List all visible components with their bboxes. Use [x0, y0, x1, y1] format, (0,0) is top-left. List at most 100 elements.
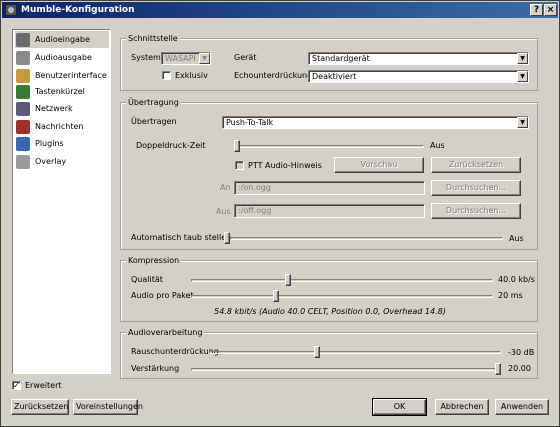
sidebar-item-label: Benutzerinterface: [35, 71, 107, 80]
title-bar[interactable]: Mumble-Konfiguration ? ×: [2, 2, 558, 18]
echo-select[interactable]: Deaktiviert ▼: [308, 70, 529, 83]
close-button[interactable]: ×: [544, 4, 557, 16]
sidebar-item-plugins[interactable]: Plugins: [15, 135, 109, 152]
cancel-button[interactable]: Abbrechen: [435, 399, 489, 415]
overlay-icon: [16, 154, 30, 169]
sidebar-item-nachrichten[interactable]: Nachrichten: [15, 118, 109, 135]
interface-group-title: Schnittstelle: [126, 33, 180, 44]
reset-button[interactable]: Zurücksetzen: [11, 399, 69, 415]
slider-track: [191, 295, 493, 298]
sidebar-item-label: Plugins: [35, 139, 64, 148]
exclusive-label: Exklusiv: [175, 71, 208, 80]
system-select[interactable]: WASAPI ▼: [161, 52, 211, 65]
reset-sound-button[interactable]: Zurücksetzen: [431, 157, 521, 173]
messages-icon: [16, 119, 30, 134]
plugins-icon: [16, 136, 30, 151]
help-button[interactable]: ?: [530, 4, 543, 16]
packet-slider[interactable]: [191, 290, 493, 302]
mumble-icon: [5, 4, 17, 16]
sidebar-item-audioeingabe[interactable]: Audioeingabe: [15, 31, 109, 48]
amplification-slider[interactable]: [191, 363, 501, 375]
chevron-down-icon: ▼: [517, 117, 528, 128]
noise-suppression-value: -30 dB: [508, 348, 535, 357]
sidebar-item-label: Nachrichten: [35, 122, 84, 131]
quality-slider[interactable]: [191, 274, 493, 286]
quality-value: 40.0 kb/s: [498, 275, 535, 284]
processing-group-title: Audioverarbeitung: [126, 327, 205, 338]
auto-deaf-value: Aus: [509, 234, 524, 243]
slider-thumb[interactable]: [224, 232, 230, 244]
slider-track: [209, 351, 501, 354]
defaults-button[interactable]: Voreinstellungen: [73, 399, 143, 415]
packet-label: Audio pro Paket: [131, 291, 194, 300]
category-list: Audioeingabe Audioausgabe Benutzerinterf…: [12, 29, 111, 374]
slider-thumb[interactable]: [234, 140, 240, 152]
slider-track: [224, 237, 503, 240]
auto-deaf-label: Automatisch taub stellen: [131, 233, 232, 242]
noise-suppression-label: Rauschunterdrückung: [131, 347, 219, 356]
on-sound-label: An: [220, 183, 231, 192]
transmission-group-title: Übertragung: [126, 97, 181, 108]
preview-button[interactable]: Vorschau: [334, 157, 424, 173]
advanced-checkbox[interactable]: ✓: [12, 381, 21, 390]
advanced-label: Erweitert: [25, 381, 62, 390]
device-label: Gerät: [234, 53, 257, 62]
sidebar-item-netzwerk[interactable]: Netzwerk: [15, 100, 109, 117]
ok-button[interactable]: OK: [372, 398, 427, 416]
slider-track: [191, 368, 501, 371]
compression-group-title: Kompression: [126, 255, 182, 266]
system-value: WASAPI: [165, 54, 196, 63]
noise-suppression-slider[interactable]: [209, 346, 501, 358]
sidebar-item-label: Audioausgabe: [35, 53, 92, 62]
apply-button[interactable]: Anwenden: [495, 399, 549, 415]
slider-thumb[interactable]: [272, 290, 279, 302]
device-select[interactable]: Standardgerät ▼: [308, 52, 529, 65]
exclusive-checkbox[interactable]: [162, 71, 171, 80]
network-icon: [16, 101, 30, 116]
microphone-icon: [16, 32, 30, 47]
slider-thumb[interactable]: [284, 274, 291, 286]
device-value: Standardgerät: [312, 54, 370, 63]
amplification-value: 20.00: [508, 364, 531, 373]
transmit-value: Push-To-Talk: [226, 118, 274, 127]
echo-value: Deaktiviert: [312, 72, 357, 81]
slider-track: [234, 145, 424, 148]
transmit-select[interactable]: Push-To-Talk ▼: [222, 116, 529, 129]
ptt-hint-checkbox[interactable]: [235, 161, 244, 170]
slider-track: [191, 279, 493, 282]
chevron-down-icon: ▼: [199, 53, 210, 64]
slider-thumb[interactable]: [314, 346, 321, 358]
auto-deaf-slider[interactable]: [224, 232, 503, 244]
sidebar-item-audioausgabe[interactable]: Audioausgabe: [15, 49, 109, 66]
interface-icon: [16, 68, 30, 83]
slider-thumb[interactable]: [494, 363, 501, 375]
sidebar-item-label: Netzwerk: [35, 104, 73, 113]
quality-label: Qualität: [131, 275, 163, 284]
chevron-down-icon: ▼: [517, 53, 528, 64]
ptt-hint-label: PTT Audio-Hinweis: [248, 161, 322, 170]
sidebar-item-benutzerinterface[interactable]: Benutzerinterface: [15, 67, 109, 84]
sidebar-item-label: Tastenkürzel: [35, 87, 85, 96]
sidebar-item-overlay[interactable]: Overlay: [15, 153, 109, 170]
packet-value: 20 ms: [498, 291, 523, 300]
browse-on-button[interactable]: Durchsuchen...: [431, 180, 521, 196]
on-sound-field[interactable]: :/on.ogg: [234, 181, 425, 195]
keyboard-icon: [16, 84, 30, 99]
sidebar-item-label: Audioeingabe: [35, 35, 90, 44]
double-push-value: Aus: [430, 141, 445, 150]
system-label: System: [131, 53, 161, 62]
sidebar-item-tastenkuerzel[interactable]: Tastenkürzel: [15, 83, 109, 100]
transmit-label: Übertragen: [131, 117, 177, 126]
speaker-icon: [16, 50, 30, 65]
configuration-window: Mumble-Konfiguration ? × Audioeingabe Au…: [0, 0, 560, 427]
double-push-slider[interactable]: [234, 140, 424, 152]
off-sound-field[interactable]: :/off.ogg: [234, 204, 425, 218]
amplification-label: Verstärkung: [131, 364, 180, 373]
checkmark-icon: ✓: [13, 381, 20, 390]
double-push-label: Doppeldruck-Zeit: [136, 141, 206, 150]
off-sound-label: Aus: [216, 207, 231, 216]
browse-off-button[interactable]: Durchsuchen...: [431, 203, 521, 219]
sidebar-item-label: Overlay: [35, 157, 67, 166]
echo-label: Echounterdrückung: [234, 71, 313, 80]
window-title: Mumble-Konfiguration: [21, 5, 135, 15]
